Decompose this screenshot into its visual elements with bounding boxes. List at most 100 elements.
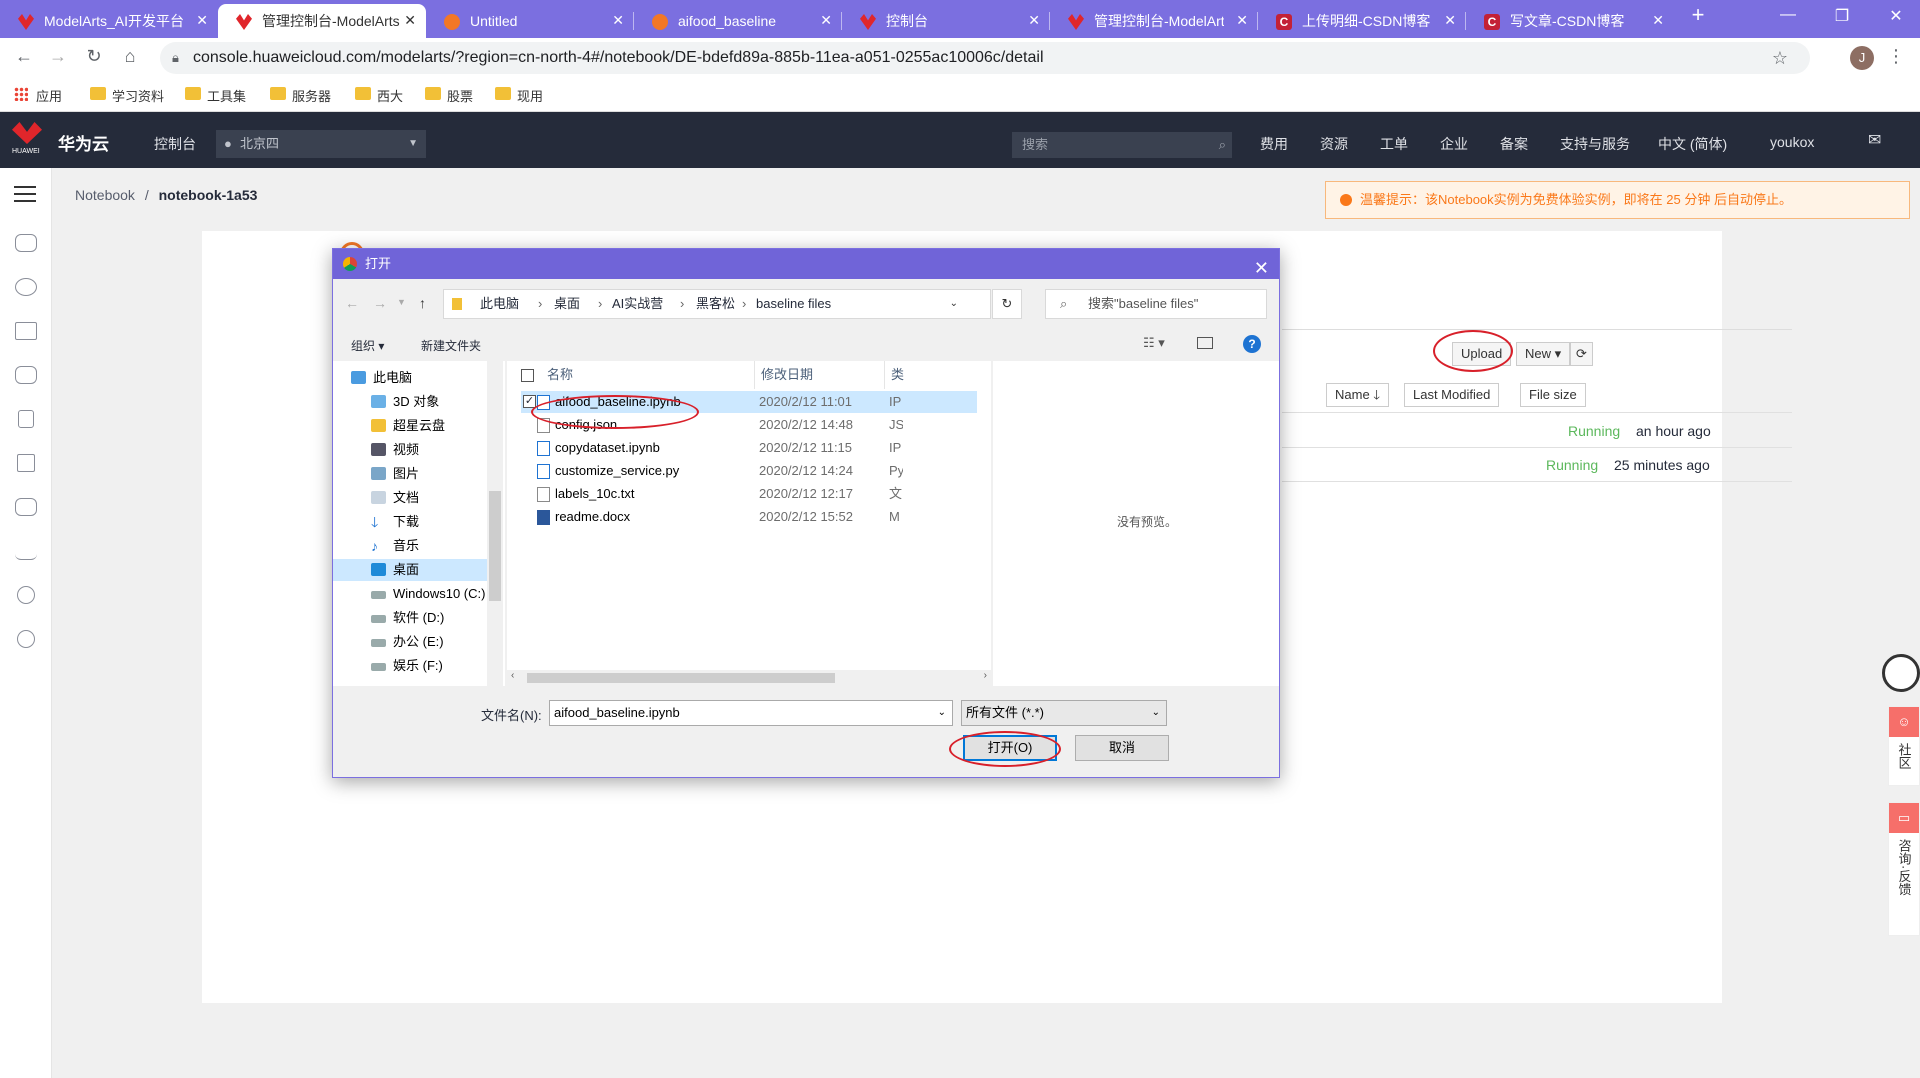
nav-support[interactable]: 支持与服务	[1560, 134, 1630, 154]
back-arrow-icon[interactable]: ←	[12, 46, 36, 67]
hamburger-menu-icon[interactable]	[14, 186, 36, 202]
back-arrow-icon[interactable]: ←	[345, 295, 359, 311]
brand-name[interactable]: 华为云	[58, 130, 109, 155]
sort-by-size-button[interactable]: File size	[1520, 383, 1586, 407]
tree-item-documents[interactable]: 文档	[371, 487, 505, 509]
browser-tab[interactable]: 控制台 ✕	[842, 4, 1050, 38]
bookmark-folder[interactable]: 股票	[425, 86, 473, 105]
close-tab-icon[interactable]: ✕	[1236, 12, 1248, 29]
robot-assistant-icon[interactable]	[1882, 654, 1920, 692]
network-icon[interactable]	[15, 322, 37, 340]
tree-item-drive-c[interactable]: Windows10 (C:)	[371, 583, 505, 605]
bookmark-folder[interactable]: 服务器	[270, 86, 331, 105]
globe-icon[interactable]	[17, 586, 35, 604]
cloud-icon[interactable]	[15, 234, 37, 252]
new-dropdown-button[interactable]: New ▾	[1516, 342, 1571, 366]
bookmark-folder[interactable]: 学习资料	[90, 86, 164, 105]
storage-icon[interactable]	[15, 366, 37, 384]
search-icon[interactable]: ⌕	[1219, 132, 1226, 158]
bookmark-folder[interactable]: 工具集	[185, 86, 246, 105]
browser-tab[interactable]: aifood_baseline ✕	[634, 4, 842, 38]
header-search-input[interactable]: 搜索 ⌕	[1012, 132, 1232, 158]
minimize-icon[interactable]: —	[1768, 6, 1808, 24]
file-type-select[interactable]: 所有文件 (*.*) ⌄	[961, 700, 1167, 726]
reload-icon[interactable]: ↻	[82, 46, 106, 67]
tree-item-desktop[interactable]: 桌面	[333, 559, 487, 581]
chevron-down-icon[interactable]: ⌄	[938, 701, 946, 725]
file-row[interactable]: copydataset.ipynb 2020/2/12 11:15 IP	[521, 437, 977, 459]
tree-item-3d-objects[interactable]: 3D 对象	[371, 391, 505, 413]
preview-pane-icon[interactable]	[1197, 337, 1213, 349]
community-widget[interactable]: ☺ 社区	[1888, 706, 1920, 786]
tree-item-drive-e[interactable]: 办公 (E:)	[371, 631, 505, 653]
close-tab-icon[interactable]: ✕	[612, 12, 624, 29]
tree-item-pictures[interactable]: 图片	[371, 463, 505, 485]
organize-menu[interactable]: 组织 ▾	[351, 337, 384, 354]
scroll-right-icon[interactable]: ›	[984, 670, 987, 681]
menu-kebab-icon[interactable]: ⋮	[1884, 46, 1908, 67]
close-tab-icon[interactable]: ✕	[196, 12, 208, 29]
close-tab-icon[interactable]: ✕	[820, 12, 832, 29]
path-segment[interactable]: 黑客松	[696, 290, 735, 318]
path-segment[interactable]: 此电脑	[480, 290, 519, 318]
cloud-service-icon[interactable]	[15, 498, 37, 516]
sort-by-name-button[interactable]: Name 🡓	[1326, 383, 1390, 407]
user-menu[interactable]: youkox	[1770, 134, 1814, 150]
select-all-checkbox[interactable]	[521, 369, 534, 382]
scroll-left-icon[interactable]: ‹	[511, 670, 514, 681]
document-icon[interactable]	[17, 454, 35, 472]
feedback-widget[interactable]: ▭ 咨询·反馈	[1888, 802, 1920, 936]
close-tab-icon[interactable]: ✕	[1652, 12, 1664, 29]
scrollbar-thumb[interactable]	[489, 491, 501, 601]
tree-item-downloads[interactable]: 🡓 下载	[371, 511, 505, 533]
cluster-icon[interactable]	[15, 278, 37, 296]
cancel-button[interactable]: 取消	[1075, 735, 1169, 761]
file-row[interactable]: labels_10c.txt 2020/2/12 12:17 文	[521, 483, 977, 505]
region-select[interactable]: ● 北京四 ▼	[216, 130, 426, 158]
dialog-search-input[interactable]: ⌕ 搜索"baseline files"	[1045, 289, 1267, 319]
refresh-icon[interactable]: ↻	[992, 289, 1022, 319]
notebook-list-row[interactable]: Running 25 minutes ago	[1282, 448, 1792, 482]
new-folder-button[interactable]: 新建文件夹	[421, 337, 481, 354]
profile-avatar[interactable]: J	[1850, 46, 1874, 70]
recent-locations-icon[interactable]: ▼	[397, 297, 406, 307]
close-tab-icon[interactable]: ✕	[1028, 12, 1040, 29]
column-header-name[interactable]: 名称	[541, 361, 755, 389]
mail-icon[interactable]: ✉	[1868, 130, 1881, 150]
horizontal-scrollbar[interactable]: ‹ ›	[507, 670, 991, 686]
file-row[interactable]: readme.docx 2020/2/12 15:52 M	[521, 506, 977, 528]
sort-by-modified-button[interactable]: Last Modified	[1404, 383, 1500, 407]
tree-item-drive-f[interactable]: 娱乐 (F:)	[371, 655, 505, 677]
window-close-icon[interactable]: ✕	[1876, 6, 1916, 26]
browser-tab[interactable]: 管理控制台-ModelArts ✕	[1050, 4, 1258, 38]
bookmark-apps[interactable]: 应用	[14, 86, 62, 105]
column-header-date[interactable]: 修改日期	[755, 361, 885, 389]
forward-arrow-icon[interactable]: →	[373, 295, 387, 311]
tree-item-cloud-disk[interactable]: 超星云盘	[371, 415, 505, 437]
nav-tickets[interactable]: 工单	[1380, 134, 1408, 154]
nav-enterprise[interactable]: 企业	[1440, 134, 1468, 154]
nav-billing[interactable]: 费用	[1260, 134, 1288, 154]
up-folder-icon[interactable]: ↑	[419, 295, 426, 311]
restore-icon[interactable]: ❐	[1822, 6, 1862, 26]
notebook-list-row[interactable]: Running an hour ago	[1282, 414, 1792, 448]
tree-item-this-pc[interactable]: 此电脑	[351, 367, 485, 389]
scrollbar-thumb[interactable]	[527, 673, 835, 683]
column-header-type[interactable]: 类	[885, 361, 911, 389]
ip-icon[interactable]	[17, 630, 35, 648]
bookmark-folder[interactable]: 现用	[495, 86, 543, 105]
browser-tab[interactable]: Untitled ✕	[426, 4, 634, 38]
console-link[interactable]: 控制台	[154, 134, 196, 154]
anchor-icon[interactable]	[15, 542, 37, 560]
tree-item-music[interactable]: ♪ 音乐	[371, 535, 505, 557]
filename-input[interactable]: aifood_baseline.ipynb ⌄	[549, 700, 953, 726]
nav-resources[interactable]: 资源	[1320, 134, 1348, 154]
device-icon[interactable]	[18, 410, 34, 428]
address-path-bar[interactable]: 此电脑 › 桌面 › AI实战营 › 黑客松 › baseline files …	[443, 289, 1022, 319]
path-segment[interactable]: AI实战营	[612, 290, 663, 318]
refresh-icon[interactable]: ⟳	[1570, 342, 1593, 366]
tree-item-videos[interactable]: 视频	[371, 439, 505, 461]
dialog-close-icon[interactable]: ✕	[1254, 253, 1269, 283]
browser-tab[interactable]: C 上传明细-CSDN博客 ✕	[1258, 4, 1466, 38]
home-icon[interactable]: ⌂	[118, 46, 142, 67]
